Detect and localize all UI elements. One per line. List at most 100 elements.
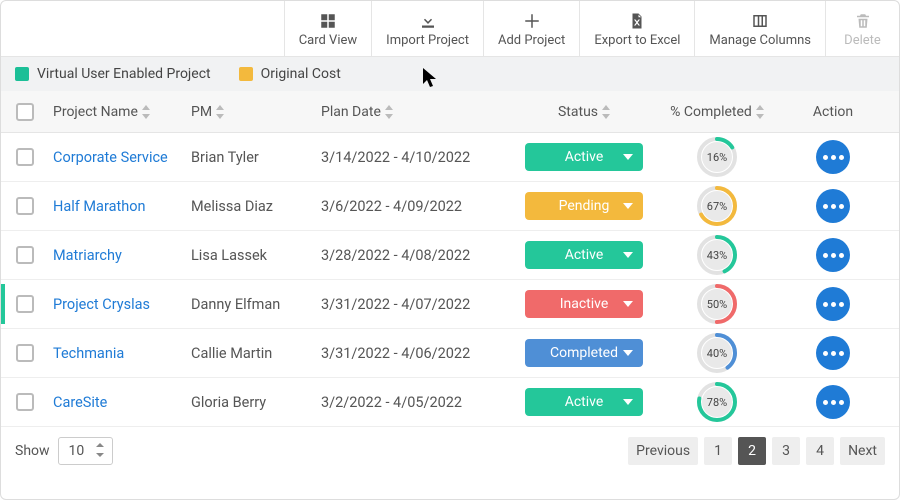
status-select[interactable]: Pending <box>525 192 643 220</box>
add-project-button[interactable]: Add Project <box>483 1 579 56</box>
status-select[interactable]: Completed <box>525 339 643 367</box>
pager-page-4[interactable]: 4 <box>806 437 834 465</box>
export-excel-button[interactable]: Export to Excel <box>579 1 694 56</box>
pm-cell: Danny Elfman <box>191 296 280 313</box>
row-actions-button[interactable] <box>816 140 850 174</box>
header-pm[interactable]: PM <box>191 104 321 120</box>
project-name-link[interactable]: Half Marathon <box>53 198 145 215</box>
project-name-link[interactable]: Techmania <box>53 345 124 362</box>
import-project-label: Import Project <box>386 33 469 48</box>
status-label: Pending <box>559 198 610 214</box>
status-select[interactable]: Active <box>525 143 643 171</box>
table-row: Half Marathon Melissa Diaz 3/6/2022 - 4/… <box>1 182 899 231</box>
row-checkbox[interactable] <box>16 148 34 166</box>
progress-donut: 78% <box>696 381 738 423</box>
status-select[interactable]: Active <box>525 388 643 416</box>
table-footer: Show 10 Previous1234Next <box>1 427 899 475</box>
legend-original: Original Cost <box>239 66 341 82</box>
progress-value: 40% <box>702 338 732 368</box>
import-project-button[interactable]: Import Project <box>371 1 483 56</box>
sort-icon <box>602 105 610 119</box>
sort-icon <box>756 105 764 119</box>
header-project-name[interactable]: Project Name <box>49 104 191 120</box>
header-action-label: Action <box>813 104 853 120</box>
header-status[interactable]: Status <box>519 104 649 120</box>
plan-date-cell: 3/31/2022 - 4/06/2022 <box>321 345 470 362</box>
legend-original-label: Original Cost <box>261 66 341 82</box>
pager-page-1[interactable]: 1 <box>704 437 732 465</box>
pager-page-3[interactable]: 3 <box>772 437 800 465</box>
header-checkbox-cell <box>1 103 49 121</box>
progress-donut: 50% <box>696 283 738 325</box>
page-size-select[interactable]: 10 <box>58 437 114 465</box>
columns-icon <box>751 11 769 31</box>
legend-virtual: Virtual User Enabled Project <box>15 66 211 82</box>
chevron-down-icon <box>623 203 633 209</box>
delete-button[interactable]: Delete <box>825 1 899 56</box>
progress-value: 50% <box>702 289 732 319</box>
row-checkbox[interactable] <box>16 344 34 362</box>
legend-virtual-label: Virtual User Enabled Project <box>37 66 211 82</box>
table-row: Matriarchy Lisa Lassek 3/28/2022 - 4/08/… <box>1 231 899 280</box>
status-label: Active <box>565 394 604 410</box>
project-name-link[interactable]: Project Cryslas <box>53 296 150 313</box>
toolbar-spacer <box>1 1 284 56</box>
plan-date-cell: 3/14/2022 - 4/10/2022 <box>321 149 470 166</box>
status-label: Completed <box>550 345 618 361</box>
select-all-checkbox[interactable] <box>16 103 34 121</box>
row-actions-button[interactable] <box>816 189 850 223</box>
pager-page-2[interactable]: 2 <box>738 437 766 465</box>
sort-icon <box>142 105 150 119</box>
row-checkbox[interactable] <box>16 393 34 411</box>
status-select[interactable]: Active <box>525 241 643 269</box>
pager-next[interactable]: Next <box>840 437 885 465</box>
manage-columns-label: Manage Columns <box>709 33 811 48</box>
project-name-link[interactable]: Corporate Service <box>53 149 168 166</box>
show-label: Show <box>15 443 50 459</box>
header-pct-label: % Completed <box>670 104 752 120</box>
delete-label: Delete <box>844 33 881 48</box>
app-root: Card View Import Project Add Project Exp… <box>0 0 900 500</box>
grid-icon <box>319 11 337 31</box>
plan-date-cell: 3/2/2022 - 4/05/2022 <box>321 394 462 411</box>
legend-bar: Virtual User Enabled Project Original Co… <box>1 57 899 91</box>
row-checkbox[interactable] <box>16 197 34 215</box>
row-actions-button[interactable] <box>816 385 850 419</box>
chevron-down-icon <box>623 350 633 356</box>
plan-date-cell: 3/28/2022 - 4/08/2022 <box>321 247 470 264</box>
manage-columns-button[interactable]: Manage Columns <box>694 1 825 56</box>
progress-donut: 40% <box>696 332 738 374</box>
card-view-button[interactable]: Card View <box>284 1 371 56</box>
header-status-label: Status <box>558 104 598 120</box>
header-plan-date[interactable]: Plan Date <box>321 104 519 120</box>
progress-donut: 16% <box>696 136 738 178</box>
row-actions-button[interactable] <box>816 287 850 321</box>
header-plan-date-label: Plan Date <box>321 104 381 120</box>
pager-prev[interactable]: Previous <box>628 437 698 465</box>
plus-icon <box>523 11 541 31</box>
download-icon <box>419 11 437 31</box>
header-pct[interactable]: % Completed <box>649 104 785 120</box>
pm-cell: Lisa Lassek <box>191 247 267 264</box>
table-body: Corporate Service Brian Tyler 3/14/2022 … <box>1 133 899 427</box>
row-actions-button[interactable] <box>816 238 850 272</box>
header-pm-label: PM <box>191 104 212 120</box>
pm-cell: Melissa Diaz <box>191 198 273 215</box>
page-size-value: 10 <box>69 443 85 459</box>
table-header: Project Name PM Plan Date Status % Compl… <box>1 91 899 133</box>
project-name-link[interactable]: CareSite <box>53 394 107 411</box>
progress-donut: 67% <box>696 185 738 227</box>
table-row: Techmania Callie Martin 3/31/2022 - 4/06… <box>1 329 899 378</box>
status-select[interactable]: Inactive <box>525 290 643 318</box>
status-label: Active <box>565 149 604 165</box>
progress-value: 67% <box>702 191 732 221</box>
row-actions-button[interactable] <box>816 336 850 370</box>
row-checkbox[interactable] <box>16 246 34 264</box>
chevron-down-icon <box>623 399 633 405</box>
row-checkbox[interactable] <box>16 295 34 313</box>
updown-icon <box>96 443 104 457</box>
header-project-name-label: Project Name <box>53 104 138 120</box>
project-name-link[interactable]: Matriarchy <box>53 247 122 264</box>
header-action: Action <box>785 104 881 120</box>
chevron-down-icon <box>623 301 633 307</box>
